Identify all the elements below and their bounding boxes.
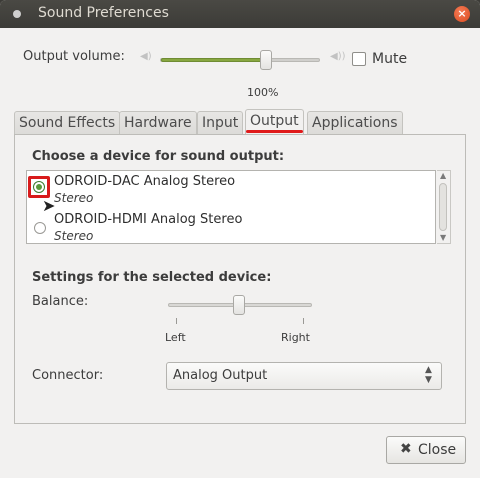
settings-heading: Settings for the selected device: <box>32 270 272 285</box>
connector-label: Connector: <box>32 368 104 383</box>
balance-label: Balance: <box>32 294 89 309</box>
connector-combo[interactable]: Analog Output ▲ ▼ <box>166 362 442 390</box>
window-menu-icon[interactable] <box>13 10 21 18</box>
balance-slider-handle[interactable] <box>233 295 245 315</box>
volume-percent: 100% <box>247 86 279 99</box>
device-name-dac[interactable]: ODROID-DAC Analog Stereo <box>54 174 235 189</box>
output-volume-label: Output volume: <box>23 49 125 64</box>
device-profile-dac: Stereo <box>54 191 94 205</box>
mute-checkbox[interactable] <box>352 52 366 66</box>
window-close-icon[interactable]: × <box>454 6 470 22</box>
volume-slider-handle[interactable] <box>260 50 272 70</box>
radio-selected-dot <box>36 184 42 190</box>
device-list-scrollbar[interactable]: ▲ ▼ <box>437 170 451 244</box>
balance-tick-right <box>303 318 304 324</box>
speaker-low-icon: ◀) <box>140 51 152 62</box>
choose-device-heading: Choose a device for sound output: <box>32 149 285 164</box>
scroll-thumb[interactable] <box>439 183 447 231</box>
tab-hardware[interactable]: Hardware <box>119 111 197 135</box>
scroll-down-icon[interactable]: ▼ <box>440 233 446 242</box>
tab-input[interactable]: Input <box>197 111 244 135</box>
mute-label: Mute <box>372 51 408 67</box>
device-radio-dac[interactable] <box>33 181 45 193</box>
sound-preferences-window: Sound Preferences × Output volume: ◀) ◀)… <box>0 0 480 478</box>
device-radio-hdmi[interactable] <box>34 222 46 234</box>
window-title: Sound Preferences <box>38 5 169 21</box>
combo-arrows-icon: ▲ ▼ <box>425 365 432 385</box>
tab-sound-effects[interactable]: Sound Effects <box>14 111 121 135</box>
connector-value: Analog Output <box>173 368 268 383</box>
scroll-up-icon[interactable]: ▲ <box>440 171 446 180</box>
device-profile-hdmi: Stereo <box>54 229 94 243</box>
balance-tick-left <box>176 318 177 324</box>
speaker-high-icon: ◀)) <box>330 51 346 62</box>
balance-right-label: Right <box>281 331 310 344</box>
tab-applications[interactable]: Applications <box>307 111 403 135</box>
output-tab-underline <box>246 130 303 133</box>
volume-fill <box>161 58 267 62</box>
close-button-label: Close <box>418 442 457 458</box>
title-bar[interactable]: Sound Preferences × <box>0 0 480 28</box>
close-button[interactable]: ✖ Close <box>386 436 466 464</box>
balance-left-label: Left <box>165 331 186 344</box>
close-x-icon: ✖ <box>400 441 412 457</box>
output-volume-slider[interactable] <box>160 58 320 62</box>
device-name-hdmi[interactable]: ODROID-HDMI Analog Stereo <box>54 212 242 227</box>
